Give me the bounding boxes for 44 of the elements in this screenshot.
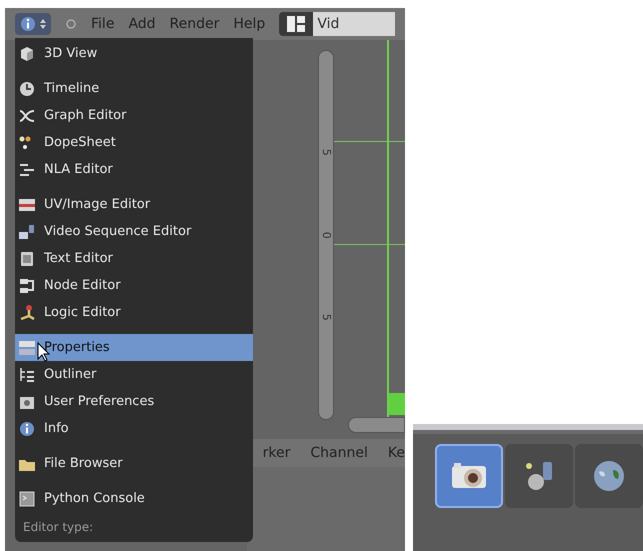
joystick-icon	[18, 304, 36, 322]
menu-item[interactable]: Properties	[15, 334, 253, 361]
menu-item[interactable]: 3D View	[15, 40, 253, 67]
menu-item[interactable]: Logic Editor	[15, 299, 253, 326]
node-icon	[18, 276, 36, 294]
axis-label: 5	[318, 314, 334, 322]
axis-label: 0	[318, 231, 334, 238]
grid-line	[334, 244, 405, 245]
list-icon	[18, 366, 36, 384]
globe-icon	[591, 458, 627, 494]
axis-label: 5	[318, 148, 334, 156]
menu-item[interactable]: Outliner	[15, 361, 253, 388]
frame-range-bar	[388, 393, 405, 415]
menu-item[interactable]: Graph Editor	[15, 102, 253, 129]
info-icon	[18, 420, 36, 438]
cube-icon	[18, 44, 36, 62]
screen-name-field[interactable]: Vid	[313, 12, 395, 36]
menu-item[interactable]: Video Sequence Editor	[15, 218, 253, 245]
info-icon	[19, 15, 37, 33]
menu-footer: Editor type:	[15, 518, 253, 536]
circle-icon	[65, 18, 77, 30]
layout-button[interactable]	[279, 12, 314, 36]
film-strip-icon	[18, 222, 36, 240]
console-icon	[18, 490, 36, 508]
properties-tab[interactable]	[575, 444, 643, 508]
menu-item[interactable]: Info	[15, 415, 253, 442]
clock-icon	[18, 80, 36, 98]
grid-line	[334, 141, 405, 142]
panels-icon	[18, 338, 36, 356]
editor-type-button[interactable]	[15, 13, 51, 35]
menu-item[interactable]: Timeline	[15, 75, 253, 102]
menu-item[interactable]: NLA Editor	[15, 156, 253, 183]
menu-item[interactable]: UV/Image Editor	[15, 191, 253, 218]
menu-item[interactable]: Node Editor	[15, 272, 253, 299]
menu-item[interactable]: User Preferences	[15, 388, 253, 415]
layout-icon	[287, 16, 306, 32]
menu-item[interactable]: DopeSheet	[15, 129, 253, 156]
properties-tab[interactable]	[435, 444, 503, 508]
document-icon	[18, 250, 36, 268]
properties-tab[interactable]	[505, 444, 573, 508]
menu-item[interactable]: Python Console	[15, 485, 253, 512]
up-down-arrows-icon	[39, 17, 47, 31]
menu-item[interactable]: File Browser	[15, 450, 253, 477]
menu-item[interactable]: Text Editor	[15, 245, 253, 272]
